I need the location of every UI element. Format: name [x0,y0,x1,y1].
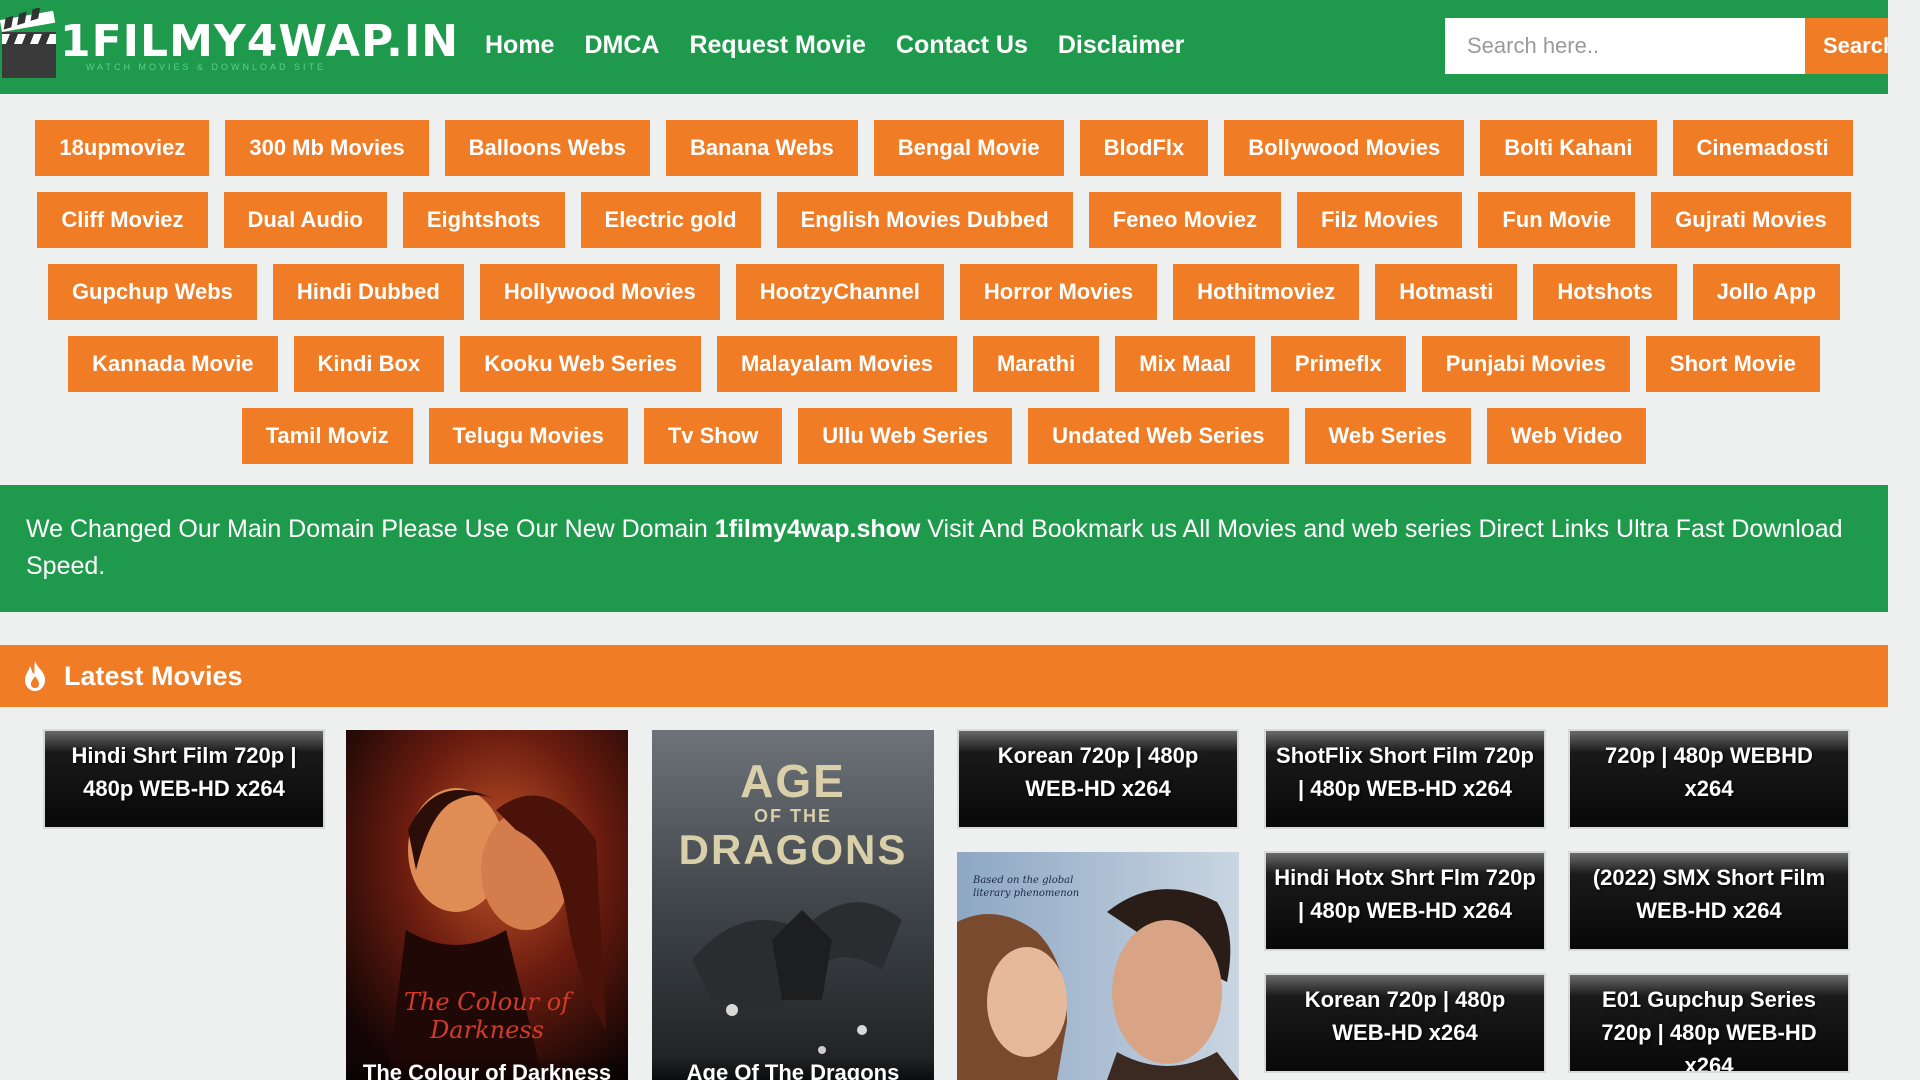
category-button[interactable]: Cliff Moviez [37,192,208,248]
category-button[interactable]: BlodFlx [1079,120,1209,176]
movie-title: ShotFlix Short Film 720p | 480p WEB-HD x… [1276,743,1534,801]
category-row: Cliff Moviez Dual Audio Eightshots Elect… [0,192,1888,248]
movie-title: Korean 720p | 480p WEB-HD x264 [1304,987,1506,1045]
clapperboard-icon [0,8,56,78]
category-button[interactable]: Hindi Dubbed [272,264,464,320]
movie-title: Korean 720p | 480p WEB-HD x264 [997,743,1199,801]
category-button[interactable]: Electric gold [580,192,761,248]
poster-art-title-2: DRAGONS [678,826,908,873]
search-button[interactable]: Search [1805,18,1888,74]
category-button[interactable]: 18upmoviez [35,120,210,176]
category-button[interactable]: Balloons Webs [444,120,650,176]
movie-title: Hindi Shrt Film 720p | 480p WEB-HD x264 [71,743,297,801]
poster-art-tagline: Based on the global literary phenomenon [973,875,1080,899]
fire-icon [25,661,45,691]
movie-title: E01 Gupchup Series 720p | 480p WEB-HD x2… [1601,987,1817,1073]
category-button[interactable]: Tamil Moviz [241,408,413,464]
category-button[interactable]: Web Series [1304,408,1471,464]
category-button[interactable]: Undated Web Series [1028,408,1289,464]
category-button[interactable]: Dual Audio [223,192,387,248]
category-button[interactable]: Banana Webs [665,120,858,176]
site-logo[interactable]: 1FILMY4WAP.IN [0,8,459,84]
category-button[interactable]: Primeflx [1270,336,1406,392]
movie-title: 720p | 480p WEBHD x264 [1605,743,1813,801]
category-button[interactable]: Gupchup Webs [47,264,257,320]
movie-title: Hindi Hotx Shrt Flm 720p | 480p WEB-HD x… [1274,865,1536,923]
category-row: Gupchup Webs Hindi Dubbed Hollywood Movi… [0,264,1888,320]
site-header: 1FILMY4WAP.IN WATCH MOVIES & DOWNLOAD SI… [0,0,1888,94]
movie-card[interactable]: AGE OF THE DRAGONS Age Of The Dragons [652,730,934,1080]
category-button[interactable]: Gujrati Movies [1651,192,1851,248]
movie-card[interactable]: Based on the global literary phenomenon [957,852,1239,1080]
category-button[interactable]: Eightshots [402,192,565,248]
category-row: 18upmoviez 300 Mb Movies Balloons Webs B… [0,120,1888,176]
category-button[interactable]: Kindi Box [293,336,445,392]
poster-art-title: The Colour of Darkness [403,988,571,1044]
movie-card[interactable]: The Colour of Darkness The Colour of Dar… [346,730,628,1080]
domain-notice: We Changed Our Main Domain Please Use Ou… [0,485,1888,612]
notice-text-before: We Changed Our Main Domain Please Use Ou… [26,515,715,543]
movie-title: (2022) SMX Short Film WEB-HD x264 [1592,865,1826,923]
category-button[interactable]: Bolti Kahani [1480,120,1657,176]
movie-card[interactable]: E01 Gupchup Series 720p | 480p WEB-HD x2… [1568,973,1850,1073]
notice-domain[interactable]: 1filmy4wap.show [715,515,921,543]
category-button[interactable]: HootzyChannel [735,264,944,320]
main-nav: Home DMCA Request Movie Contact Us Discl… [485,31,1214,60]
category-button[interactable]: Marathi [972,336,1100,392]
category-row: Tamil Moviz Telugu Movies Tv Show Ullu W… [0,408,1888,464]
category-button[interactable]: Mix Maal [1115,336,1255,392]
category-button[interactable]: English Movies Dubbed [776,192,1073,248]
latest-movies-header: Latest Movies [0,645,1888,707]
movie-card[interactable]: ShotFlix Short Film 720p | 480p WEB-HD x… [1264,729,1546,829]
movie-card[interactable]: Korean 720p | 480p WEB-HD x264 [957,729,1239,829]
category-button[interactable]: 300 Mb Movies [225,120,429,176]
movie-card[interactable]: Hindi Hotx Shrt Flm 720p | 480p WEB-HD x… [1264,851,1546,951]
nav-contact-us[interactable]: Contact Us [896,31,1028,60]
category-button[interactable]: Horror Movies [959,264,1158,320]
category-button[interactable]: Ullu Web Series [798,408,1013,464]
category-button[interactable]: Hotshots [1533,264,1677,320]
search-input[interactable] [1445,18,1805,74]
nav-disclaimer[interactable]: Disclaimer [1058,31,1184,60]
category-button[interactable]: Cinemadosti [1672,120,1853,176]
movie-title: Age Of The Dragons [652,1056,934,1080]
nav-dmca[interactable]: DMCA [584,31,659,60]
logo-text: 1FILMY4WAP.IN [60,16,460,67]
poster-art-subtitle: OF THE [754,806,832,826]
category-button[interactable]: Punjabi Movies [1421,336,1630,392]
category-button[interactable]: Kannada Movie [68,336,278,392]
logo-tagline: WATCH MOVIES & DOWNLOAD SITE [86,62,327,72]
category-button[interactable]: Filz Movies [1296,192,1463,248]
category-button[interactable]: Fun Movie [1478,192,1636,248]
poster-art-title: AGE [740,755,846,807]
category-button[interactable]: Bengal Movie [873,120,1064,176]
category-button[interactable]: Web Video [1486,408,1647,464]
category-button[interactable]: Feneo Moviez [1088,192,1281,248]
category-button[interactable]: Hotmasti [1375,264,1518,320]
movie-card[interactable]: (2022) SMX Short Film WEB-HD x264 [1568,851,1850,951]
category-button[interactable]: Telugu Movies [428,408,628,464]
category-button[interactable]: Malayalam Movies [716,336,957,392]
latest-movies-title: Latest Movies [64,660,243,691]
category-button[interactable]: Short Movie [1645,336,1820,392]
category-row: Kannada Movie Kindi Box Kooku Web Series… [0,336,1888,392]
nav-request-movie[interactable]: Request Movie [689,31,865,60]
category-button[interactable]: Hothitmoviez [1173,264,1360,320]
category-list: 18upmoviez 300 Mb Movies Balloons Webs B… [0,120,1888,480]
movie-card[interactable]: Hindi Shrt Film 720p | 480p WEB-HD x264 [43,729,325,829]
category-button[interactable]: Kooku Web Series [460,336,701,392]
nav-home[interactable]: Home [485,31,554,60]
movie-card[interactable]: 720p | 480p WEBHD x264 [1568,729,1850,829]
movie-title: The Colour of Darkness [346,1056,628,1080]
category-button[interactable]: Bollywood Movies [1224,120,1465,176]
category-button[interactable]: Hollywood Movies [479,264,720,320]
category-button[interactable]: Jollo App [1692,264,1841,320]
category-button[interactable]: Tv Show [643,408,783,464]
movie-card[interactable]: Korean 720p | 480p WEB-HD x264 [1264,973,1546,1073]
